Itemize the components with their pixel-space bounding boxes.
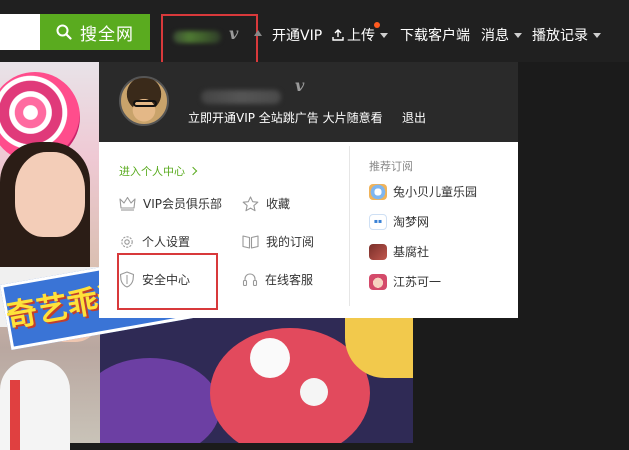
- banner-shape-purple: [100, 358, 220, 443]
- book-icon: [242, 235, 259, 249]
- logout-link[interactable]: 退出: [402, 109, 426, 126]
- menu-vip-club-label: VIP会员俱乐部: [143, 197, 222, 211]
- chevron-right-icon: [188, 166, 198, 176]
- shield-icon: [119, 271, 135, 288]
- recommend-item[interactable]: 江苏可一: [369, 273, 441, 290]
- dropdown-vip-v-badge: v: [295, 76, 305, 95]
- menu-favorites[interactable]: 收藏: [242, 195, 290, 212]
- nav-open-vip[interactable]: 开通VIP: [272, 25, 322, 45]
- notification-dot: [374, 22, 380, 28]
- promo-banner-bottom[interactable]: [100, 318, 413, 443]
- chevron-down-icon: [593, 32, 601, 38]
- recommend-title: 推荐订阅: [369, 160, 413, 173]
- user-dropdown-panel: v 立即开通VIP 全站跳广告 大片随意看 退出 进入个人中心 VIP会员俱乐部…: [99, 62, 518, 318]
- search-all-button-label: 搜全网: [80, 24, 134, 45]
- nav-open-vip-label: 开通VIP: [272, 28, 323, 44]
- menu-personal-settings[interactable]: 个人设置: [119, 233, 190, 250]
- recommend-item-label: 兔小贝儿童乐园: [393, 185, 478, 199]
- menu-online-support-label: 在线客服: [265, 273, 314, 287]
- search-all-button[interactable]: 搜全网: [40, 14, 150, 50]
- caret-up-icon: [254, 30, 262, 36]
- nav-messages-label: 消息: [481, 28, 509, 44]
- nav-upload-label: 上传: [347, 28, 375, 44]
- nav-download-client-label: 下载客户端: [400, 28, 470, 44]
- search-icon: [56, 24, 72, 40]
- highlight-box-user: [161, 14, 258, 66]
- crown-icon: [119, 196, 136, 211]
- headset-icon: [242, 272, 258, 286]
- star-icon: [242, 195, 259, 211]
- nav-download-client[interactable]: 下载客户端: [400, 25, 470, 45]
- recommend-item[interactable]: 基腐社: [369, 243, 429, 260]
- column-divider: [349, 146, 350, 306]
- nav-upload[interactable]: 上传: [332, 25, 388, 45]
- channel-logo-icon: [369, 273, 387, 290]
- channel-logo-icon: [369, 243, 387, 260]
- search-input[interactable]: [0, 14, 40, 50]
- nav-play-history[interactable]: 播放记录: [532, 25, 601, 45]
- user-account-menu[interactable]: v: [161, 14, 258, 66]
- channel-logo-icon: [369, 183, 387, 200]
- chevron-down-icon: [380, 32, 388, 38]
- personal-center-link[interactable]: 进入个人中心: [119, 163, 198, 179]
- menu-my-subscriptions-label: 我的订阅: [266, 235, 315, 249]
- personal-center-label: 进入个人中心: [119, 165, 185, 178]
- menu-favorites-label: 收藏: [266, 197, 291, 211]
- nav-play-history-label: 播放记录: [532, 28, 588, 44]
- recommend-item[interactable]: ▪▪ 淘梦网: [369, 213, 429, 230]
- gear-icon: [121, 235, 133, 248]
- banner-person-face: [15, 152, 85, 237]
- avatar-glasses: [133, 100, 157, 107]
- menu-my-subscriptions[interactable]: 我的订阅: [242, 233, 314, 250]
- banner-shape-white-small: [300, 378, 328, 406]
- recommend-item[interactable]: 兔小贝儿童乐园: [369, 183, 477, 200]
- dropdown-username-blurred: [201, 90, 281, 104]
- menu-personal-settings-label: 个人设置: [142, 235, 191, 249]
- menu-security-center-label: 安全中心: [142, 273, 191, 287]
- vip-promo-link[interactable]: 立即开通VIP 全站跳广告 大片随意看: [188, 109, 383, 126]
- top-navbar: 搜全网 v 开通VIP 上传 下载客户端 消息 播放记录: [0, 0, 629, 66]
- recommend-item-label: 基腐社: [393, 245, 430, 259]
- channel-logo-icon: ▪▪: [369, 213, 387, 230]
- popcorn-stripe: [10, 380, 20, 450]
- recommend-item-label: 淘梦网: [393, 215, 430, 229]
- banner-shape-white: [250, 338, 290, 378]
- dropdown-header: v 立即开通VIP 全站跳广告 大片随意看 退出: [99, 62, 518, 142]
- menu-vip-club[interactable]: VIP会员俱乐部: [119, 195, 222, 212]
- chevron-down-icon: [514, 32, 522, 38]
- menu-online-support[interactable]: 在线客服: [242, 271, 313, 288]
- avatar[interactable]: [119, 76, 169, 126]
- menu-security-center[interactable]: 安全中心: [119, 271, 190, 288]
- upload-icon: [332, 29, 344, 41]
- recommend-item-label: 江苏可一: [393, 275, 442, 289]
- nav-messages[interactable]: 消息: [481, 25, 522, 45]
